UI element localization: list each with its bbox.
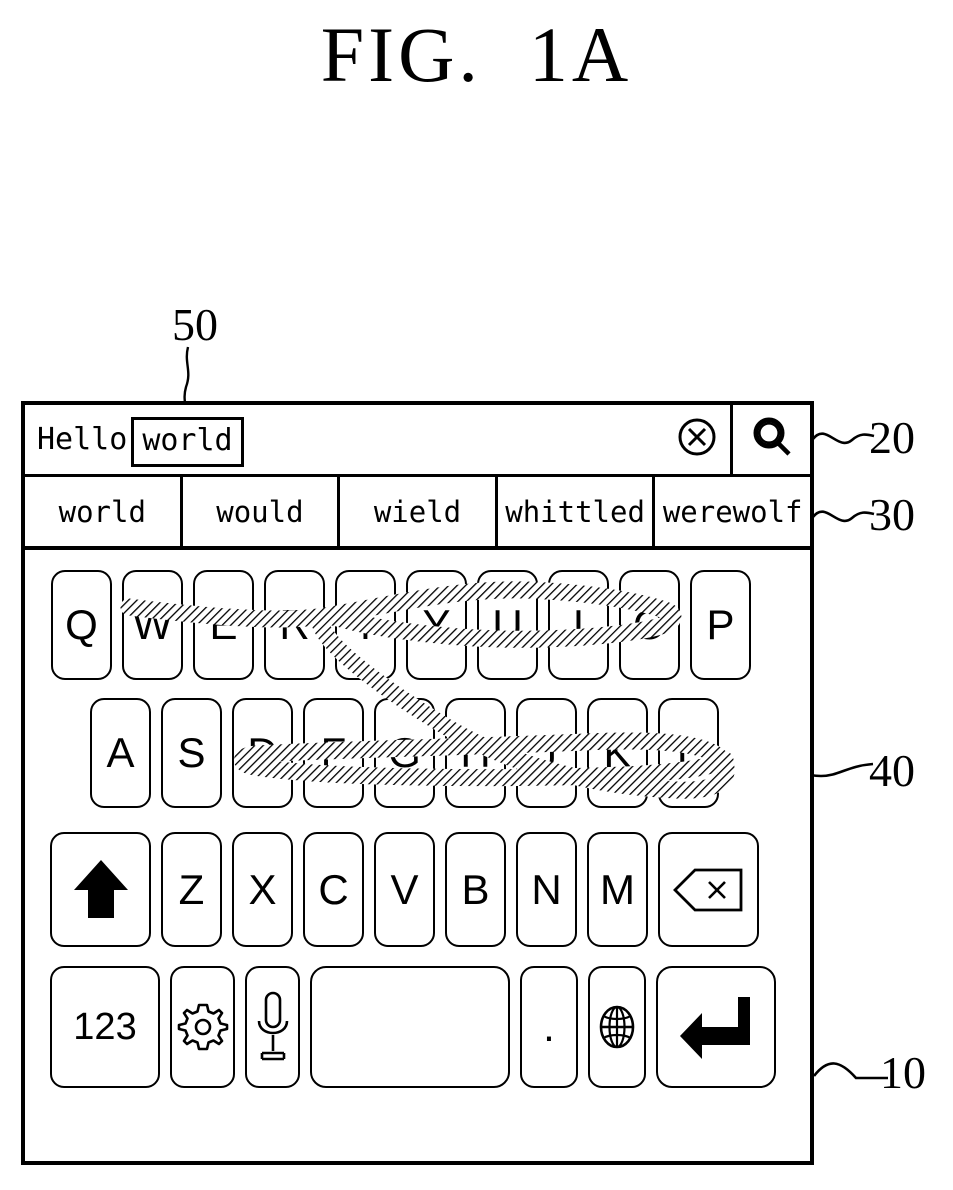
key-space[interactable] [310, 966, 510, 1088]
key-n[interactable]: N [516, 832, 577, 947]
globe-language-icon [593, 1001, 641, 1053]
key-s[interactable]: S [161, 698, 222, 808]
key-z[interactable]: Z [161, 832, 222, 947]
reference-numeral-50: 50 [172, 299, 218, 350]
key-m[interactable]: M [587, 832, 648, 947]
reference-numeral-10: 10 [880, 1047, 926, 1098]
key-u[interactable]: U [477, 570, 538, 680]
suggestion-item[interactable]: would [183, 477, 341, 546]
shift-up-arrow-icon [70, 854, 132, 926]
key-x[interactable]: X [232, 832, 293, 947]
key-d[interactable]: D [232, 698, 293, 808]
text-input-field[interactable]: Hello world [25, 405, 664, 474]
key-c[interactable]: C [303, 832, 364, 947]
key-k[interactable]: K [587, 698, 648, 808]
keyboard-row-4: 123 . [25, 966, 810, 1088]
keyboard-row-2: A S D F G H J K L [25, 698, 810, 808]
committed-text: Hello [37, 421, 128, 457]
clear-button[interactable] [664, 405, 730, 474]
key-w[interactable]: W [122, 570, 183, 680]
suggestion-item[interactable]: werewolf [655, 477, 810, 546]
search-button[interactable] [730, 405, 810, 474]
key-v[interactable]: V [374, 832, 435, 947]
composing-word-box[interactable]: world [131, 416, 244, 467]
reference-numeral-40: 40 [869, 745, 915, 796]
microphone-icon [253, 989, 293, 1065]
key-microphone[interactable] [245, 966, 300, 1088]
key-t[interactable]: T [335, 570, 396, 680]
device-keyboard-panel: Hello world world would wield whittled w… [21, 401, 814, 1165]
key-j[interactable]: J [516, 698, 577, 808]
key-i[interactable]: I [548, 570, 609, 680]
key-y[interactable]: Y [406, 570, 467, 680]
key-a[interactable]: A [90, 698, 151, 808]
figure-title: FIG. 1A [320, 11, 633, 98]
keyboard-row-1: Q W E R T Y U I O P [25, 570, 810, 680]
suggestion-item[interactable]: whittled [498, 477, 656, 546]
keyboard-row-3: Z X C V B N M [25, 832, 810, 947]
leader-line-10 [812, 1062, 888, 1080]
key-e[interactable]: E [193, 570, 254, 680]
key-o[interactable]: O [619, 570, 680, 680]
clear-circle-x-icon [675, 415, 719, 464]
leader-line-20 [812, 432, 875, 445]
key-r[interactable]: R [264, 570, 325, 680]
key-numbers[interactable]: 123 [50, 966, 160, 1088]
key-g[interactable]: G [374, 698, 435, 808]
leader-line-30 [812, 510, 875, 523]
suggestion-bar: world would wield whittled werewolf [25, 477, 810, 550]
key-shift[interactable] [50, 832, 151, 947]
key-p[interactable]: P [690, 570, 751, 680]
backspace-delete-icon [671, 862, 747, 918]
reference-numeral-20: 20 [869, 412, 915, 463]
reference-numeral-30: 30 [869, 489, 915, 540]
enter-return-arrow-icon [676, 991, 756, 1063]
key-backspace[interactable] [658, 832, 759, 947]
key-globe[interactable] [588, 966, 646, 1088]
key-f[interactable]: F [303, 698, 364, 808]
key-period[interactable]: . [520, 966, 578, 1088]
key-enter[interactable] [656, 966, 776, 1088]
key-b[interactable]: B [445, 832, 506, 947]
search-magnifier-icon [748, 413, 796, 466]
key-settings[interactable] [170, 966, 235, 1088]
virtual-keyboard: Q W E R T Y U I O P A S D F G H J K L Z … [25, 550, 810, 1162]
key-h[interactable]: H [445, 698, 506, 808]
key-q[interactable]: Q [51, 570, 112, 680]
text-input-bar: Hello world [25, 405, 810, 477]
key-l[interactable]: L [658, 698, 719, 808]
gear-settings-icon [175, 999, 231, 1055]
suggestion-item[interactable]: wield [340, 477, 498, 546]
suggestion-item[interactable]: world [25, 477, 183, 546]
